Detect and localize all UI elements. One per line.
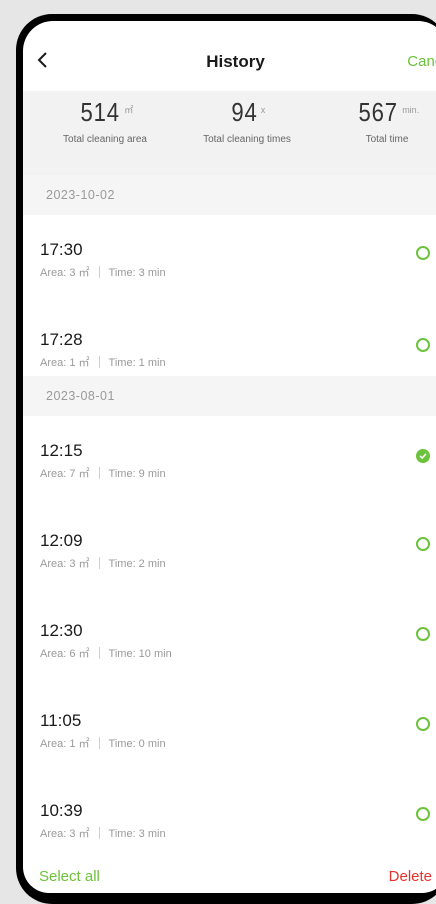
item-area: Area: 3 ㎡ bbox=[40, 267, 90, 279]
history-item[interactable]: 10:39 Area: 3 ㎡ Time: 3 min bbox=[23, 776, 436, 866]
item-duration: Time: 2 min bbox=[108, 558, 166, 570]
stat-value: 94 bbox=[231, 97, 258, 127]
divider bbox=[98, 737, 100, 749]
divider bbox=[98, 827, 100, 839]
phone-frame: History Cancel 514 ㎡ Total cleaning area … bbox=[16, 14, 436, 904]
stat-unit: ㎡ bbox=[124, 105, 134, 115]
stat-label: Total time bbox=[365, 134, 409, 145]
item-duration: Time: 10 min bbox=[108, 648, 172, 660]
check-icon bbox=[419, 453, 427, 460]
stat-value: 514 bbox=[80, 97, 120, 127]
history-item[interactable]: 12:15 Area: 7 ㎡ Time: 9 min bbox=[23, 416, 436, 506]
item-duration: Time: 0 min bbox=[108, 738, 166, 750]
stat-unit: min. bbox=[402, 105, 420, 115]
item-area: Area: 1 ㎡ bbox=[40, 357, 90, 369]
divider bbox=[98, 557, 100, 569]
item-area: Area: 7 ㎡ bbox=[40, 468, 90, 480]
select-checkbox[interactable] bbox=[416, 627, 430, 641]
select-checkbox[interactable] bbox=[416, 338, 430, 352]
item-meta: Area: 6 ㎡ Time: 10 min bbox=[40, 645, 172, 661]
item-time: 12:15 bbox=[40, 441, 83, 460]
item-meta: Area: 1 ㎡ Time: 0 min bbox=[40, 735, 166, 751]
date-header: 2023-08-01 bbox=[23, 376, 436, 416]
divider bbox=[98, 467, 100, 479]
item-time: 10:39 bbox=[40, 801, 83, 820]
date-header: 2023-10-02 bbox=[23, 175, 436, 215]
item-area: Area: 3 ㎡ bbox=[40, 558, 90, 570]
item-duration: Time: 9 min bbox=[108, 468, 166, 480]
history-item[interactable]: 12:09 Area: 3 ㎡ Time: 2 min bbox=[23, 506, 436, 596]
select-checkbox[interactable] bbox=[416, 246, 430, 260]
item-duration: Time: 1 min bbox=[108, 357, 166, 369]
item-area: Area: 1 ㎡ bbox=[40, 738, 90, 750]
select-checkbox[interactable] bbox=[416, 807, 430, 821]
header: History Cancel bbox=[23, 21, 436, 91]
stat-value: 567 bbox=[358, 97, 398, 127]
history-item[interactable]: 17:30 Area: 3 ㎡ Time: 3 min bbox=[23, 215, 436, 305]
divider bbox=[98, 266, 100, 278]
item-meta: Area: 7 ㎡ Time: 9 min bbox=[40, 465, 166, 481]
history-item[interactable]: 12:30 Area: 6 ㎡ Time: 10 min bbox=[23, 596, 436, 686]
item-duration: Time: 3 min bbox=[108, 267, 166, 279]
divider bbox=[98, 647, 100, 659]
page-title: History bbox=[206, 52, 265, 71]
item-meta: Area: 3 ㎡ Time: 3 min bbox=[40, 825, 166, 841]
item-duration: Time: 3 min bbox=[108, 828, 166, 840]
stat-total-area: 514 ㎡ Total cleaning area bbox=[35, 97, 175, 145]
select-checkbox[interactable] bbox=[416, 717, 430, 731]
stat-total-time: 567 min. Total time bbox=[317, 97, 436, 145]
item-time: 17:30 bbox=[40, 240, 83, 259]
item-time: 11:05 bbox=[40, 711, 82, 730]
history-item[interactable]: 11:05 Area: 1 ㎡ Time: 0 min bbox=[23, 686, 436, 776]
item-area: Area: 3 ㎡ bbox=[40, 828, 90, 840]
stat-unit: x bbox=[260, 105, 266, 115]
item-time: 12:30 bbox=[40, 621, 83, 640]
item-meta: Area: 3 ㎡ Time: 2 min bbox=[40, 555, 166, 571]
stats-summary: 514 ㎡ Total cleaning area 94 x Total clean… bbox=[23, 91, 436, 175]
select-all-button[interactable]: Select all bbox=[39, 868, 100, 885]
item-time: 17:28 bbox=[40, 330, 83, 349]
select-checkbox-checked[interactable] bbox=[416, 449, 430, 463]
item-time: 12:09 bbox=[40, 531, 83, 550]
divider bbox=[98, 356, 100, 368]
item-meta: Area: 3 ㎡ Time: 3 min bbox=[40, 264, 166, 280]
screen: History Cancel 514 ㎡ Total cleaning area … bbox=[23, 21, 436, 893]
stat-label: Total cleaning area bbox=[63, 134, 147, 145]
stat-label: Total cleaning times bbox=[203, 134, 291, 145]
select-checkbox[interactable] bbox=[416, 537, 430, 551]
stat-total-times: 94 x Total cleaning times bbox=[177, 97, 317, 145]
item-meta: Area: 1 ㎡ Time: 1 min bbox=[40, 354, 166, 370]
item-area: Area: 6 ㎡ bbox=[40, 648, 90, 660]
delete-button[interactable]: Delete bbox=[389, 868, 432, 885]
cancel-button[interactable]: Cancel bbox=[407, 53, 436, 70]
